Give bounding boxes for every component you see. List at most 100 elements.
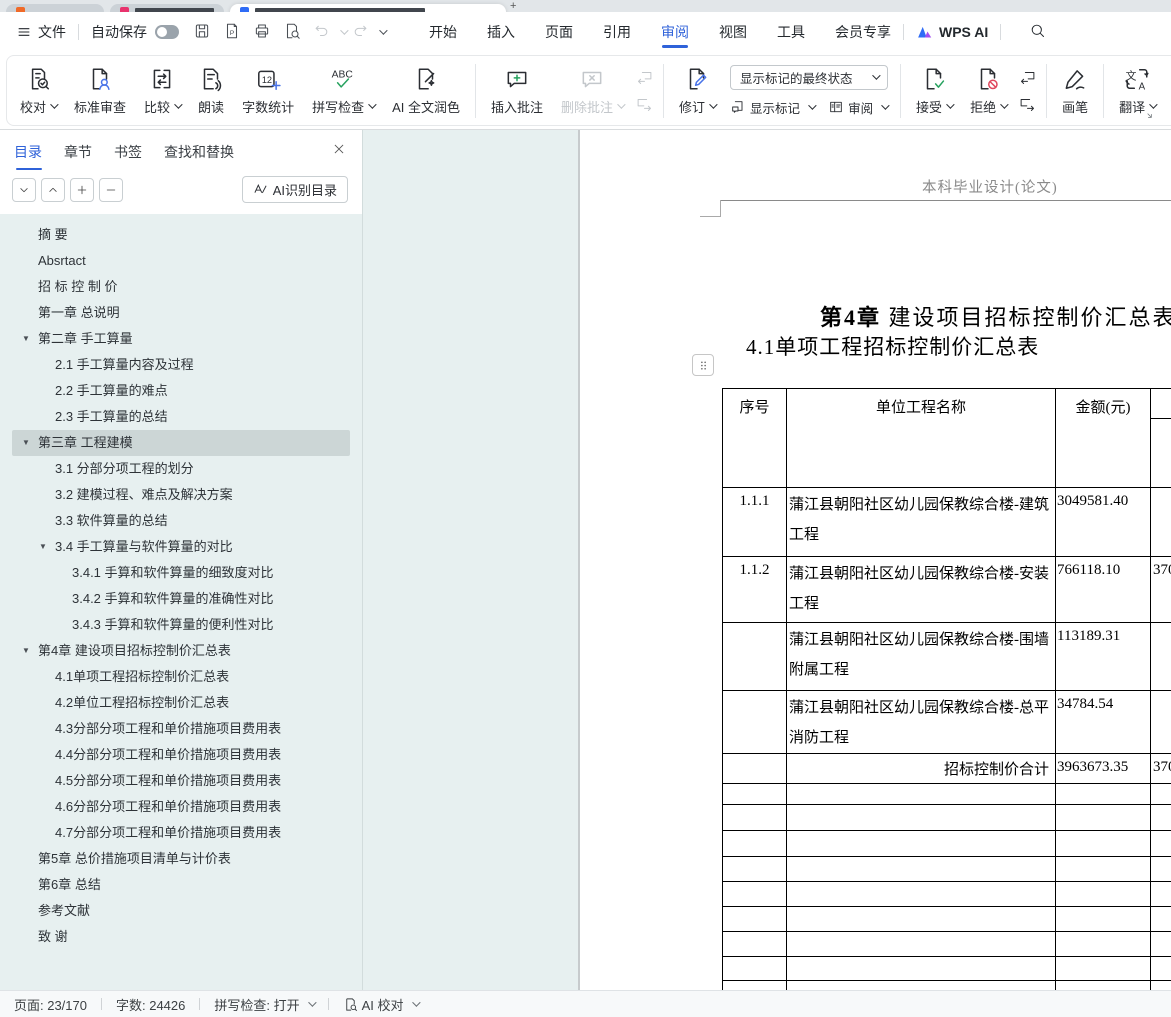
toc-item[interactable]: Absrtact bbox=[12, 248, 350, 274]
table-cell[interactable]: 3049581.40 bbox=[1056, 488, 1151, 557]
ai-polish-button[interactable]: AI 全文润色 bbox=[385, 62, 467, 120]
prev-change-button[interactable] bbox=[1019, 69, 1036, 86]
chevron-up-button[interactable] bbox=[41, 178, 65, 202]
print-preview-button[interactable] bbox=[283, 22, 301, 43]
table-cell[interactable] bbox=[1151, 957, 1171, 981]
ai-recognize-toc-button[interactable]: AI识别目录 bbox=[242, 176, 348, 203]
toc-item[interactable]: 4.5分部分项工程和单价措施项目费用表 bbox=[12, 768, 350, 794]
menu-item-引用[interactable]: 引用 bbox=[603, 14, 631, 50]
table-move-handle-icon[interactable] bbox=[692, 354, 714, 376]
chapter-heading[interactable]: 第4章 建设项目招标控制价汇总表 bbox=[820, 300, 1171, 332]
table-cell[interactable] bbox=[723, 981, 787, 991]
table-cell[interactable]: 蒲江县朝阳社区幼儿园保教综合楼-围墙附属工程 bbox=[787, 623, 1056, 691]
word-count-button[interactable]: 12字数统计 bbox=[235, 62, 301, 120]
toc-item[interactable]: ▼第4章 建设项目招标控制价汇总表 bbox=[12, 638, 350, 664]
table-cell[interactable] bbox=[787, 907, 1056, 932]
table-cell[interactable] bbox=[723, 805, 787, 831]
table-header-cell[interactable] bbox=[1151, 389, 1171, 488]
toc-item[interactable]: 致 谢 bbox=[12, 924, 350, 950]
table-cell[interactable] bbox=[787, 831, 1056, 857]
read-aloud-button[interactable]: 朗读 bbox=[191, 62, 231, 120]
toc-item[interactable]: 4.4分部分项工程和单价措施项目费用表 bbox=[12, 742, 350, 768]
plus-button[interactable] bbox=[70, 178, 94, 202]
pen-button[interactable]: 画笔 bbox=[1055, 62, 1095, 120]
search-button[interactable] bbox=[1029, 22, 1046, 42]
table-cell[interactable] bbox=[1151, 857, 1171, 882]
toc-item[interactable]: 摘 要 bbox=[12, 222, 350, 248]
table-header-cell[interactable]: 单位工程名称 bbox=[787, 389, 1056, 488]
table-cell[interactable] bbox=[723, 957, 787, 981]
toc-item[interactable]: 3.2 建模过程、难点及解决方案 bbox=[12, 482, 350, 508]
word-count-indicator[interactable]: 字数: 24426 bbox=[116, 995, 185, 1014]
toc-item[interactable]: 4.1单项工程招标控制价汇总表 bbox=[12, 664, 350, 690]
reject-button[interactable]: 拒绝 bbox=[963, 62, 1013, 120]
menu-item-工具[interactable]: 工具 bbox=[777, 14, 805, 50]
review-pane-button[interactable]: 审阅 bbox=[828, 98, 887, 117]
sidebar-tab-章节[interactable]: 章节 bbox=[64, 142, 92, 170]
table-cell[interactable] bbox=[1151, 784, 1171, 805]
table-cell[interactable] bbox=[1151, 623, 1171, 691]
table-cell[interactable] bbox=[723, 831, 787, 857]
table-cell[interactable]: 370 bbox=[1151, 557, 1171, 623]
document-page[interactable]: 本科毕业设计(论文) 第4章 建设项目招标控制价汇总表 4.1单项工程招标控制价… bbox=[580, 130, 1171, 990]
next-comment-button[interactable] bbox=[636, 96, 653, 113]
toc-item[interactable]: 3.1 分部分项工程的划分 bbox=[12, 456, 350, 482]
collapse-arrow-icon[interactable]: ▼ bbox=[39, 534, 47, 560]
sidebar-tab-查找和替换[interactable]: 查找和替换 bbox=[164, 142, 234, 170]
table-cell[interactable] bbox=[1056, 907, 1151, 932]
toc-item[interactable]: 参考文献 bbox=[12, 898, 350, 924]
toc-item[interactable]: 2.2 手工算量的难点 bbox=[12, 378, 350, 404]
table-header-cell[interactable]: 序号 bbox=[723, 389, 787, 488]
sidebar-tab-书签[interactable]: 书签 bbox=[114, 142, 142, 170]
table-cell[interactable] bbox=[1151, 831, 1171, 857]
table-cell[interactable] bbox=[787, 882, 1056, 907]
table-cell[interactable] bbox=[787, 784, 1056, 805]
sidebar-tab-目录[interactable]: 目录 bbox=[14, 142, 42, 170]
table-cell[interactable]: 766118.10 bbox=[1056, 557, 1151, 623]
spell-check-button[interactable]: ABC拼写检查 bbox=[305, 62, 381, 120]
table-cell[interactable] bbox=[1151, 907, 1171, 932]
table-cell[interactable]: 113189.31 bbox=[1056, 623, 1151, 691]
toc-item[interactable]: 3.3 软件算量的总结 bbox=[12, 508, 350, 534]
table-cell[interactable] bbox=[1056, 857, 1151, 882]
menu-item-会员专享[interactable]: 会员专享 bbox=[835, 14, 891, 50]
table-cell[interactable] bbox=[1056, 784, 1151, 805]
chevron-down-icon[interactable] bbox=[340, 26, 348, 34]
toc-item[interactable]: ▼第三章 工程建模 bbox=[12, 430, 350, 456]
menu-item-审阅[interactable]: 审阅 bbox=[661, 14, 689, 50]
summary-table[interactable]: 序号单位工程名称金额(元)1.1.1蒲江县朝阳社区幼儿园保教综合楼-建筑工程30… bbox=[722, 388, 1171, 990]
toc-item[interactable]: 3.4.3 手算和软件算量的便利性对比 bbox=[12, 612, 350, 638]
undo-button[interactable] bbox=[313, 22, 330, 42]
collapse-arrow-icon[interactable]: ▼ bbox=[22, 638, 30, 664]
toc-item[interactable]: 4.2单位工程招标控制价汇总表 bbox=[12, 690, 350, 716]
menu-item-开始[interactable]: 开始 bbox=[429, 14, 457, 50]
table-cell[interactable] bbox=[723, 882, 787, 907]
ribbon-expand-icon[interactable] bbox=[1144, 108, 1155, 126]
table-cell[interactable] bbox=[787, 981, 1056, 991]
table-cell[interactable] bbox=[1151, 882, 1171, 907]
spell-check-status[interactable]: 拼写检查: 打开 bbox=[214, 995, 313, 1014]
accept-button[interactable]: 接受 bbox=[909, 62, 959, 120]
show-markup-button[interactable]: 显示标记 bbox=[730, 98, 814, 117]
table-header-cell[interactable]: 金额(元) bbox=[1056, 389, 1151, 488]
next-change-button[interactable] bbox=[1019, 96, 1036, 113]
table-cell[interactable]: 蒲江县朝阳社区幼儿园保教综合楼-安装工程 bbox=[787, 557, 1056, 623]
close-icon[interactable] bbox=[332, 142, 346, 161]
section-heading[interactable]: 4.1单项工程招标控制价汇总表 bbox=[746, 331, 1039, 361]
compare-button[interactable]: 比较 bbox=[137, 62, 187, 120]
proofread-button[interactable]: 校对 bbox=[13, 62, 63, 120]
ai-proofread-status[interactable]: AI 校对 bbox=[343, 995, 418, 1014]
toc-item[interactable]: 4.6分部分项工程和单价措施项目费用表 bbox=[12, 794, 350, 820]
table-cell[interactable] bbox=[1151, 981, 1171, 991]
table-cell[interactable] bbox=[1151, 488, 1171, 557]
table-cell[interactable] bbox=[1056, 831, 1151, 857]
menu-item-视图[interactable]: 视图 bbox=[719, 14, 747, 50]
redo-button[interactable] bbox=[352, 22, 369, 42]
table-cell[interactable] bbox=[723, 857, 787, 882]
table-cell[interactable] bbox=[1151, 691, 1171, 754]
table-cell[interactable] bbox=[1056, 882, 1151, 907]
export-pdf-button[interactable]: P bbox=[223, 22, 241, 43]
table-cell[interactable]: 1.1.1 bbox=[723, 488, 787, 557]
collapse-arrow-icon[interactable]: ▼ bbox=[22, 326, 30, 352]
table-cell[interactable] bbox=[723, 623, 787, 691]
